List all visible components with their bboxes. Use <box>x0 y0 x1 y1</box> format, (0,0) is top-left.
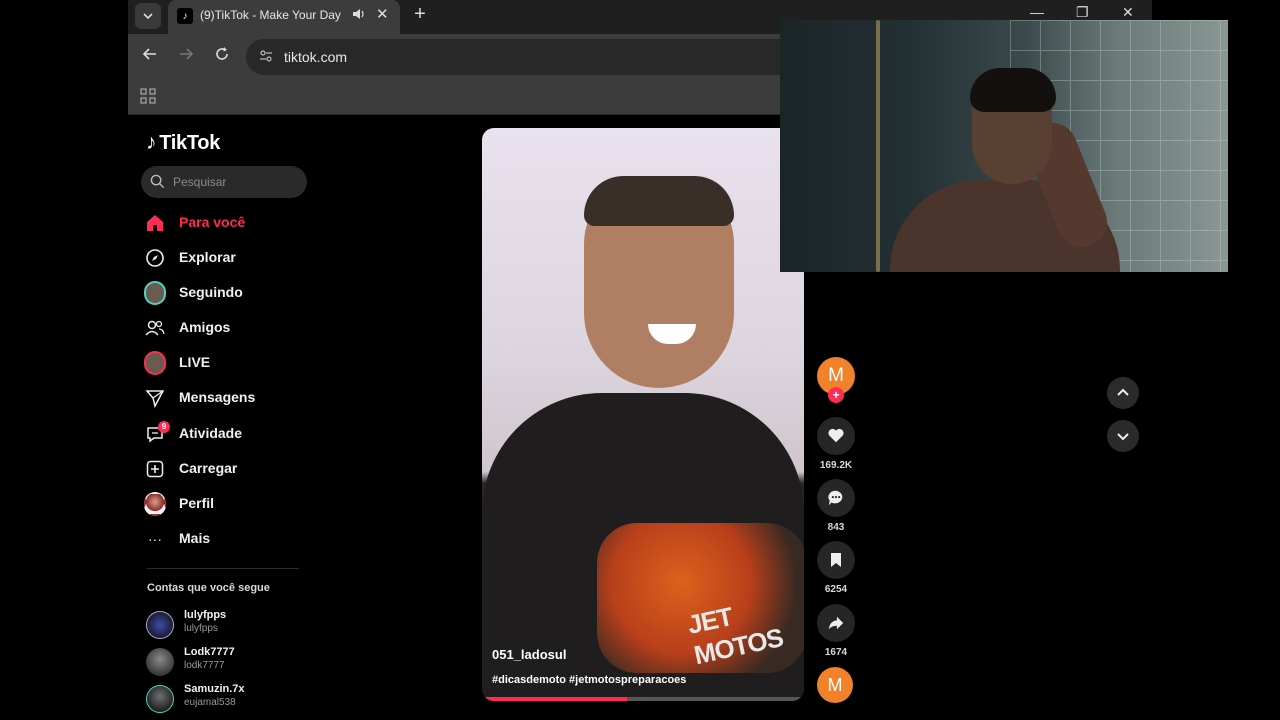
new-tab-button[interactable]: + <box>408 3 432 27</box>
friends-icon <box>144 317 166 339</box>
nav-mensagens[interactable]: Mensagens <box>144 384 304 412</box>
site-settings-icon[interactable] <box>258 48 274 64</box>
nav-mais[interactable]: ··· Mais <box>144 525 304 553</box>
audio-playing-icon[interactable] <box>352 7 366 24</box>
nav-label: Para você <box>179 214 246 230</box>
video-progress-fill <box>482 697 627 701</box>
webcam-overlay <box>780 20 1228 272</box>
account-name: Lodk7777 <box>184 646 235 658</box>
webcam-person-hair <box>970 68 1056 112</box>
account-handle: lulyfpps <box>184 623 218 634</box>
tiktok-logo[interactable]: ♪ TikTok <box>146 131 220 155</box>
live-avatar-icon <box>144 351 166 375</box>
next-video-button[interactable] <box>1107 420 1139 452</box>
share-button[interactable] <box>817 604 855 642</box>
video-subject-hair <box>584 176 734 226</box>
nav-label: Atividade <box>179 425 243 441</box>
chevron-down-icon <box>143 13 153 20</box>
sidebar-divider <box>147 568 299 569</box>
tab-close-icon[interactable]: ✕ <box>376 5 389 23</box>
chevron-down-icon <box>1117 433 1129 441</box>
logo-text: TikTok <box>159 132 221 154</box>
nav-amigos[interactable]: Amigos <box>144 314 304 342</box>
nav-label: Mais <box>179 530 211 546</box>
comment-count: 843 <box>827 522 845 533</box>
tab-search-button[interactable] <box>135 3 161 29</box>
save-button[interactable] <box>817 541 855 579</box>
previous-video-button[interactable] <box>1107 377 1139 409</box>
more-icon: ··· <box>148 531 162 547</box>
upload-icon <box>144 458 166 480</box>
search-placeholder: Pesquisar <box>173 175 227 189</box>
video-hashtags[interactable]: #dicasdemoto #jetmotospreparacoes <box>492 674 686 686</box>
home-icon <box>144 212 166 234</box>
nav-perfil[interactable]: Perfil <box>144 490 304 518</box>
nav-label: LIVE <box>179 354 211 370</box>
tab-title: (9)TikTok - Make Your Day <box>200 8 341 22</box>
nav-carregar[interactable]: Carregar <box>144 455 304 483</box>
account-name: lulyfpps <box>184 609 227 621</box>
nav-para-voce[interactable]: Para você <box>144 209 304 237</box>
account-handle: lodk7777 <box>184 660 225 671</box>
compass-icon <box>144 247 166 269</box>
share-count: 1674 <box>824 647 848 658</box>
nav-atividade[interactable]: 9 Atividade <box>144 420 304 448</box>
nav-label: Explorar <box>179 249 236 265</box>
save-count: 6254 <box>824 584 848 595</box>
video-progress-bar[interactable] <box>482 697 804 701</box>
tiktok-logo-icon: ♪ <box>146 131 157 154</box>
url-text: tiktok.com <box>284 49 348 65</box>
nav-explorar[interactable]: Explorar <box>144 244 304 272</box>
account-name: Samuzin.7x <box>184 683 245 695</box>
search-input[interactable]: Pesquisar <box>141 166 307 198</box>
reload-icon[interactable] <box>214 46 230 67</box>
sound-avatar[interactable]: M <box>817 667 853 703</box>
send-icon <box>144 387 166 409</box>
follow-button[interactable]: + <box>828 387 844 403</box>
share-arrow-icon <box>828 616 844 630</box>
following-account[interactable]: lulyfpps lulyfpps <box>146 609 316 643</box>
profile-avatar-icon <box>144 492 166 516</box>
following-avatar-icon <box>144 281 166 305</box>
video-player[interactable]: JET MOTOS 051_ladosul #dicasdemoto #jetm… <box>482 128 804 701</box>
nav-label: Seguindo <box>179 284 243 300</box>
nav-label: Mensagens <box>179 389 256 405</box>
nav-label: Carregar <box>179 460 238 476</box>
like-count: 169.2K <box>819 460 853 471</box>
back-icon[interactable] <box>142 46 158 67</box>
nav-label: Perfil <box>179 495 215 511</box>
activity-icon: 9 <box>144 421 170 445</box>
nav-label: Amigos <box>179 319 231 335</box>
restore-icon[interactable]: ❐ <box>1076 4 1089 21</box>
following-section-title: Contas que você segue <box>147 582 270 594</box>
avatar <box>146 611 174 639</box>
search-icon <box>150 174 165 189</box>
like-button[interactable] <box>817 417 855 455</box>
apps-grid-icon[interactable] <box>140 88 156 104</box>
heart-icon <box>828 428 844 443</box>
browser-tab-tiktok[interactable]: ♪ (9)TikTok - Make Your Day ✕ <box>168 0 400 34</box>
account-handle: eujamal538 <box>184 697 236 708</box>
following-account[interactable]: Lodk7777 lodk7777 <box>146 646 316 680</box>
video-username[interactable]: 051_ladosul <box>492 647 566 662</box>
minimize-icon[interactable]: — <box>1030 4 1044 20</box>
window-close-icon[interactable]: ✕ <box>1122 4 1134 21</box>
following-account[interactable]: Samuzin.7x eujamal538 <box>146 683 316 717</box>
chevron-up-icon <box>1117 388 1129 396</box>
webcam-cable <box>876 20 880 272</box>
nav-live[interactable]: LIVE <box>144 349 304 377</box>
comment-icon <box>828 490 843 506</box>
comment-button[interactable] <box>817 479 855 517</box>
activity-badge: 9 <box>158 421 170 433</box>
forward-icon[interactable] <box>178 46 194 67</box>
avatar <box>146 685 174 713</box>
nav-seguindo[interactable]: Seguindo <box>144 279 304 307</box>
bookmark-icon <box>831 553 841 567</box>
tiktok-icon: ♪ <box>177 8 193 24</box>
avatar <box>146 648 174 676</box>
